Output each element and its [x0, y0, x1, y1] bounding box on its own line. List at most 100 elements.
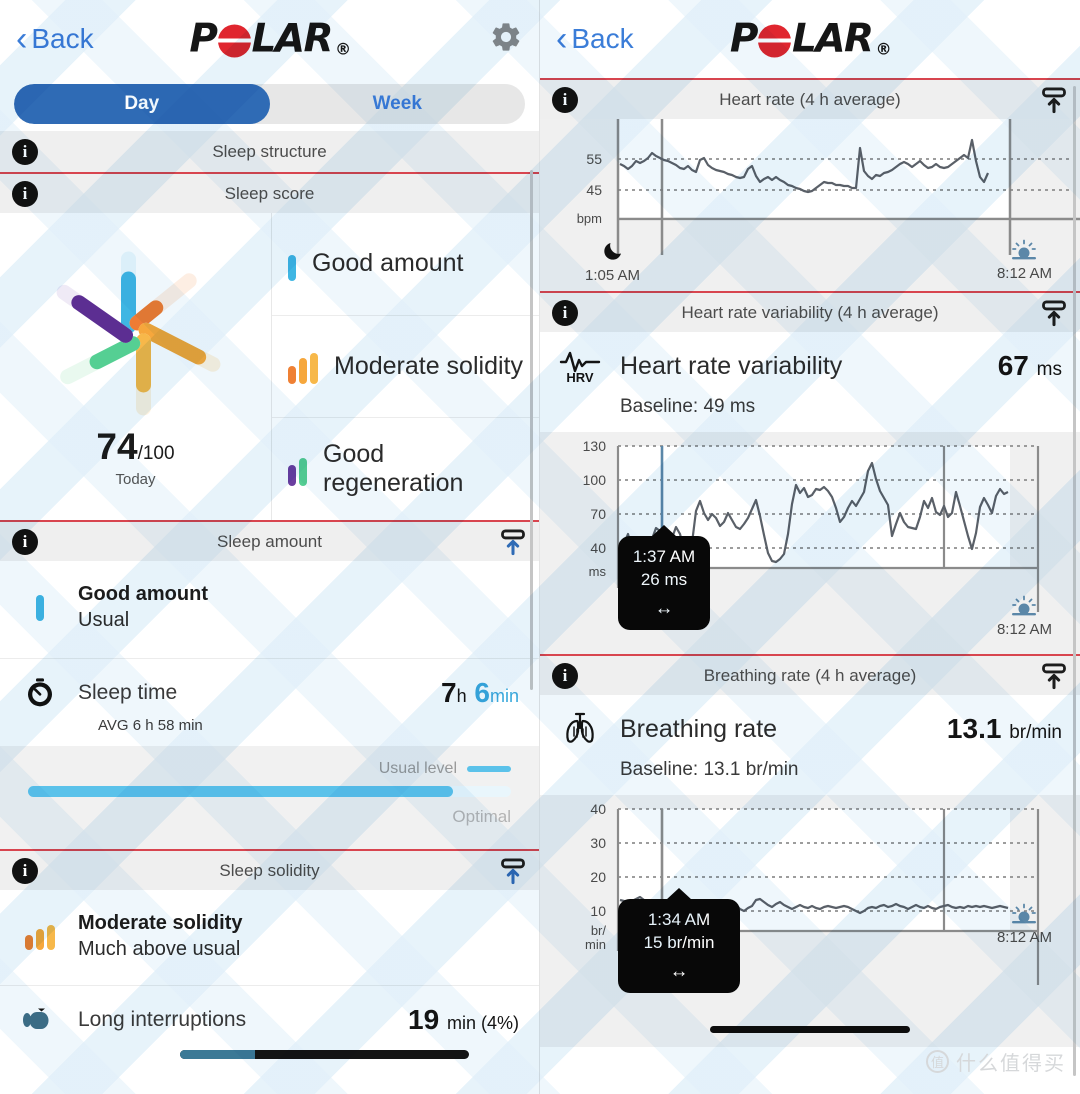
moon-icon: [603, 243, 621, 260]
hrv-icon: HRV: [559, 351, 601, 385]
right-scrollbar[interactable]: [1073, 86, 1076, 1076]
section-title: Heart rate variability (4 h average): [681, 302, 939, 322]
info-icon[interactable]: i: [552, 86, 578, 113]
sleep-end-time: 8:12 AM: [996, 929, 1052, 946]
triple-bar-icon-wrap: [20, 924, 60, 950]
collapse-button[interactable]: [1040, 299, 1068, 327]
back-button-left[interactable]: ‹ Back: [16, 22, 94, 56]
chevron-left-icon: ‹: [16, 20, 28, 58]
hrv-metric-row: HRV Heart rate variability 67 ms: [540, 332, 1080, 390]
left-scrollbar[interactable]: [530, 170, 533, 690]
heart-rate-chart[interactable]: 55 45 bpm 1:05 AM 8:12 AM: [540, 119, 1080, 291]
svg-text:20: 20: [590, 869, 606, 885]
settings-gear-button[interactable]: [489, 20, 523, 59]
long-interruptions-row: Long interruptions 19 min (4%): [0, 986, 539, 1040]
hrv-chart[interactable]: 130 100 70 40 ms 1:37 AM 26 ms ↔ 8:12 AM: [540, 432, 1080, 654]
section-title: Sleep solidity: [219, 860, 320, 880]
score-item-label: Moderate solidity: [334, 352, 523, 381]
interruptions-label: Long interruptions: [78, 1008, 247, 1031]
collapse-icon: [1042, 663, 1066, 689]
tab-week[interactable]: Week: [270, 84, 526, 124]
breathing-name: Breathing rate: [620, 714, 778, 743]
gear-icon: [492, 22, 520, 51]
collapse-button[interactable]: [1040, 86, 1068, 114]
drag-handle-icon[interactable]: ↔: [632, 596, 696, 622]
amount-bar-icon: [20, 594, 60, 621]
logo-dot-icon: [758, 24, 791, 58]
sleep-score-value: 74/100: [96, 426, 175, 467]
lungs-icon: [566, 712, 594, 743]
collapse-button[interactable]: [499, 528, 527, 556]
section-title: Sleep amount: [217, 531, 322, 551]
section-header-sleep-solidity[interactable]: i Sleep solidity: [0, 849, 539, 890]
section-header-hrv[interactable]: i Heart rate variability (4 h average): [540, 291, 1080, 332]
info-icon[interactable]: i: [12, 528, 38, 555]
sleep-end-time: 8:12 AM: [996, 621, 1052, 638]
double-bar-icon: [288, 452, 307, 487]
hrv-tooltip-time: 1:37 AM: [632, 547, 696, 567]
svg-text:30: 30: [590, 835, 606, 851]
collapse-icon: [1042, 87, 1066, 113]
triple-bar-icon: [25, 924, 55, 950]
sleep-start-marker: 1:05 AM: [585, 239, 640, 284]
score-item-label: Good amount: [312, 249, 464, 278]
score-item-regeneration[interactable]: Good regeneration: [272, 418, 539, 520]
logo-dot-icon: [217, 24, 251, 58]
interruptions-progress-fill: [180, 1050, 256, 1059]
sleep-time-label: Sleep time: [78, 681, 178, 704]
section-title: Sleep score: [224, 183, 315, 203]
sleep-time-value: 7h 6min: [441, 677, 519, 708]
solidity-rating-sub: Much above usual: [78, 938, 241, 960]
interruption-icon: [23, 1008, 49, 1029]
interruptions-value: 19 min (4%): [408, 1004, 519, 1035]
section-title: Sleep structure: [212, 141, 327, 161]
svg-text:40: 40: [590, 540, 606, 556]
sleep-score-body: 74/100 Today Good amount Moderate solidi…: [0, 213, 539, 520]
breathing-value: 13.1 br/min: [946, 713, 1062, 744]
svg-text:45: 45: [586, 182, 602, 198]
right-app-bar: ‹ Back P LAR ®: [540, 0, 1080, 78]
section-header-sleep-structure[interactable]: i Sleep structure: [0, 131, 539, 172]
info-icon[interactable]: i: [12, 180, 38, 207]
info-icon[interactable]: i: [552, 662, 578, 689]
sleep-end-time: 8:12 AM: [996, 265, 1052, 282]
chevron-left-icon: ‹: [556, 20, 568, 58]
collapse-button[interactable]: [1040, 662, 1068, 690]
section-header-sleep-amount[interactable]: i Sleep amount: [0, 520, 539, 561]
usual-level-label: Usual level: [378, 760, 457, 777]
svg-text:ms: ms: [589, 564, 607, 579]
svg-text:bpm: bpm: [577, 211, 602, 226]
collapse-icon: [1042, 300, 1066, 326]
breathing-tooltip-time: 1:34 AM: [647, 910, 711, 929]
sleep-end-marker: 8:12 AM: [997, 903, 1052, 946]
sunrise-icon: [1012, 595, 1037, 616]
spoke-track: [126, 269, 200, 333]
drag-handle-icon[interactable]: ↔: [632, 959, 726, 985]
sleep-solidity-rating-row: Moderate solidity Much above usual: [0, 890, 539, 986]
logo-registered-mark: ®: [335, 39, 351, 59]
sleep-end-marker: 8:12 AM: [997, 595, 1052, 638]
section-header-sleep-score[interactable]: i Sleep score: [0, 172, 539, 213]
collapse-button[interactable]: [499, 857, 527, 885]
back-button-right[interactable]: ‹ Back: [556, 22, 634, 56]
section-header-breathing[interactable]: i Breathing rate (4 h average): [540, 654, 1080, 695]
stopwatch-icon: [28, 678, 52, 707]
score-item-amount[interactable]: Good amount: [272, 213, 539, 316]
breathing-baseline: Baseline: 13.1 br/min: [540, 753, 1080, 795]
svg-text:40: 40: [590, 801, 606, 817]
info-icon[interactable]: i: [12, 857, 38, 884]
breathing-chart[interactable]: 40 30 20 10 br/ min 1:34 AM 15 br/min ↔: [540, 795, 1080, 1047]
info-icon[interactable]: i: [552, 299, 578, 326]
triple-bar-icon: [288, 350, 318, 384]
tab-day[interactable]: Day: [14, 84, 270, 124]
svg-text:HRV: HRV: [566, 370, 594, 385]
progress-fill: [28, 786, 454, 797]
score-item-solidity[interactable]: Moderate solidity: [272, 316, 539, 419]
single-bar-icon: [288, 247, 296, 281]
svg-text:min: min: [585, 937, 606, 952]
sleep-score-gauge: 74/100 Today: [0, 213, 272, 520]
breathing-tooltip: 1:34 AM 15 br/min ↔: [618, 888, 740, 993]
collapse-icon: [501, 858, 525, 884]
info-icon[interactable]: i: [12, 138, 38, 165]
section-header-heart-rate[interactable]: i Heart rate (4 h average): [540, 78, 1080, 119]
